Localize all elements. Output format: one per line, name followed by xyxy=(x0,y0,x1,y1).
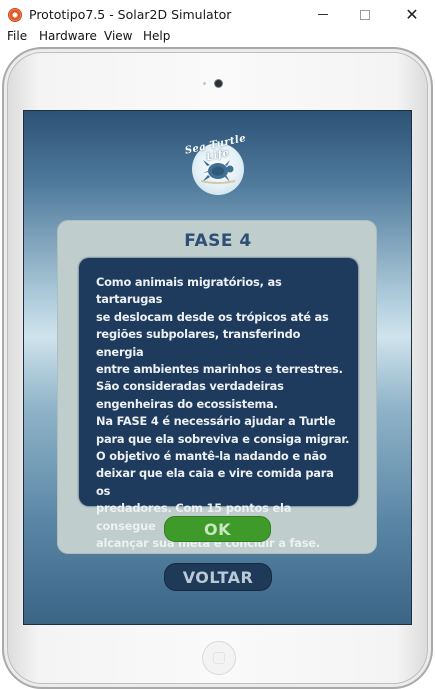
app-icon xyxy=(8,8,22,22)
home-button[interactable] xyxy=(202,641,236,675)
window-title-bar: Prototipo7.5 - Solar2D Simulator ✕ xyxy=(0,0,435,29)
description-panel: Como animais migratórios, as tartarugas … xyxy=(79,258,358,550)
menu-bar: File Hardware View Help xyxy=(0,29,435,45)
turtle-icon xyxy=(200,160,236,184)
camera-icon xyxy=(214,79,223,88)
game-screen: Sea Turtle Life FASE 4 Como animais migr… xyxy=(23,110,412,625)
menu-file[interactable]: File xyxy=(7,29,27,43)
back-button[interactable]: VOLTAR xyxy=(164,563,272,591)
maximize-button[interactable] xyxy=(342,0,388,29)
phase-description: Como animais migratórios, as tartarugas … xyxy=(96,275,350,551)
home-square-icon xyxy=(213,652,225,664)
menu-view[interactable]: View xyxy=(104,29,132,43)
window-title: Prototipo7.5 - Solar2D Simulator xyxy=(29,7,232,22)
menu-help[interactable]: Help xyxy=(143,29,170,43)
close-button[interactable]: ✕ xyxy=(389,0,435,29)
sea-turtle-life-logo: Sea Turtle Life xyxy=(184,129,252,199)
minimize-button[interactable] xyxy=(300,0,346,29)
maximize-icon xyxy=(360,9,370,20)
close-icon: ✕ xyxy=(405,4,419,24)
phase-dialog: FASE 4 Como animais migratórios, as tart… xyxy=(57,220,377,554)
ok-button[interactable]: OK xyxy=(164,516,271,542)
minimize-icon xyxy=(318,14,328,15)
proximity-sensor xyxy=(203,82,206,85)
menu-hardware[interactable]: Hardware xyxy=(39,29,97,43)
phase-title: FASE 4 xyxy=(184,231,252,251)
